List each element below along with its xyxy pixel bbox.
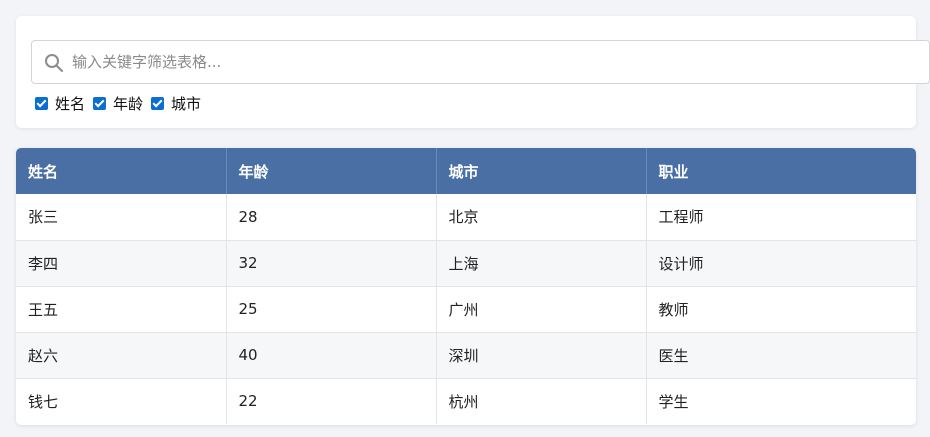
data-table: 姓名 年龄 城市 职业 张三 28 北京 工程师 李四 32 上海 设计师 王五… xyxy=(16,148,916,424)
column-toggle-name[interactable]: 姓名 xyxy=(35,93,85,114)
column-toggle-label: 年龄 xyxy=(113,94,144,113)
cell-name: 张三 xyxy=(16,194,227,241)
cell-city: 上海 xyxy=(436,240,647,287)
cell-age: 28 xyxy=(226,194,437,241)
cell-name: 赵六 xyxy=(16,332,227,379)
column-toggle-group: 姓名 年龄 城市 xyxy=(35,93,209,113)
column-toggle-age[interactable]: 年龄 xyxy=(93,93,143,114)
data-table-container: 姓名 年龄 城市 职业 张三 28 北京 工程师 李四 32 上海 设计师 王五… xyxy=(16,148,916,425)
cell-age: 32 xyxy=(226,240,437,287)
column-header-occupation[interactable]: 职业 xyxy=(646,148,916,194)
cell-occupation: 设计师 xyxy=(646,240,916,287)
cell-occupation: 医生 xyxy=(646,332,916,379)
search-box[interactable] xyxy=(31,40,930,84)
cell-occupation: 学生 xyxy=(658,392,689,411)
column-toggle-label: 姓名 xyxy=(55,94,86,113)
table-row: 张三 28 北京 工程师 xyxy=(16,194,916,241)
cell-name: 王五 xyxy=(16,286,227,333)
column-header-city[interactable]: 城市 xyxy=(436,148,647,194)
checkbox-checked-icon[interactable] xyxy=(151,96,165,110)
table-row: 赵六 40 深圳 医生 xyxy=(16,332,916,379)
cell-city: 深圳 xyxy=(436,332,647,379)
table-row: 李四 32 上海 设计师 xyxy=(16,240,916,287)
column-toggle-city[interactable]: 城市 xyxy=(151,93,201,114)
page: 姓名 年龄 城市 姓名 年龄 城市 xyxy=(0,0,930,437)
column-header-name[interactable]: 姓名 xyxy=(16,148,227,194)
search-icon xyxy=(44,53,64,73)
checkbox-checked-icon[interactable] xyxy=(93,96,107,110)
table-row: 王五 25 广州 教师 xyxy=(16,286,916,333)
cell-name: 李四 xyxy=(16,240,227,287)
cell-city: 杭州 xyxy=(436,378,647,424)
cell-occupation: 工程师 xyxy=(646,194,916,241)
cell-city: 北京 xyxy=(436,194,647,241)
table-header-row: 姓名 年龄 城市 职业 xyxy=(16,148,916,194)
cell-age: 25 xyxy=(226,286,437,333)
cell-age: 40 xyxy=(226,332,437,379)
cell-city: 广州 xyxy=(436,286,647,333)
filter-panel: 姓名 年龄 城市 xyxy=(16,16,930,128)
cell-age: 22 xyxy=(226,378,437,424)
cell-occupation: 教师 xyxy=(646,286,916,333)
column-toggle-label: 城市 xyxy=(171,94,202,113)
column-header-age[interactable]: 年龄 xyxy=(226,148,437,194)
cell-name: 钱七 xyxy=(16,378,227,424)
checkbox-checked-icon[interactable] xyxy=(35,96,48,110)
table-row: 钱七 22 杭州 学生 xyxy=(16,378,916,424)
search-input[interactable] xyxy=(72,41,912,83)
